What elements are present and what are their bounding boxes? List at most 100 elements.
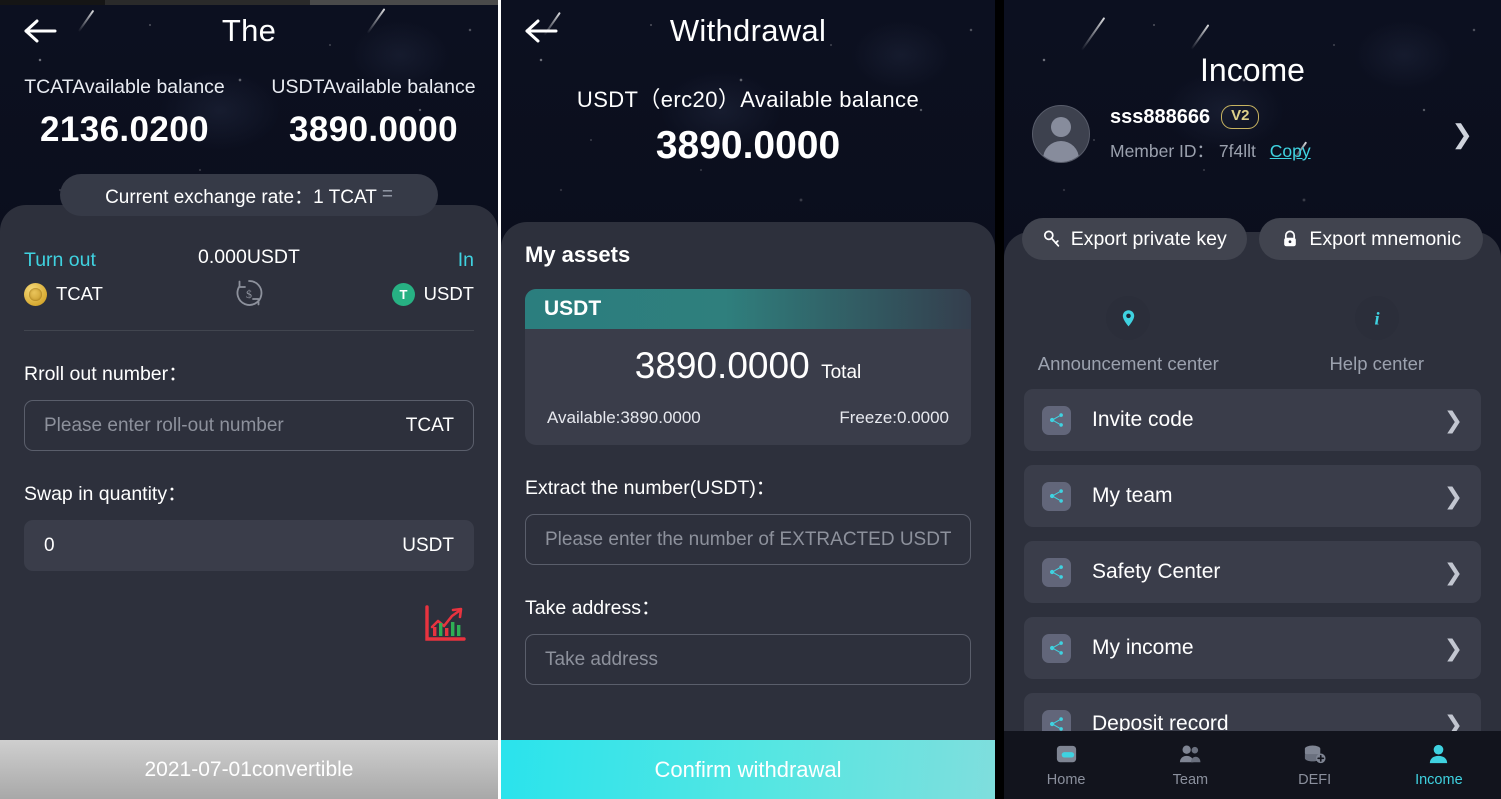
chevron-right-icon: ❯ (1443, 558, 1463, 585)
roll-out-input[interactable] (44, 414, 396, 437)
take-address-field[interactable] (525, 634, 971, 685)
tab-label: DEFI (1298, 772, 1332, 788)
balance-label: TCATAvailable balance (24, 76, 225, 98)
menu-item-safety-center[interactable]: Safety Center ❯ (1024, 541, 1481, 603)
member-id-row: Member ID： 7f4llt Copy (1110, 138, 1451, 163)
tab-label: Home (1046, 772, 1086, 788)
asset-total-value: 3890.0000 (634, 345, 810, 386)
lock-icon (1284, 230, 1297, 247)
asset-breakdown: Available:3890.0000 Freeze:0.0000 (525, 387, 971, 445)
member-id-label: Member ID： (1110, 140, 1215, 161)
menu-label: Safety Center (1092, 560, 1221, 583)
market-chart-icon[interactable] (424, 605, 466, 643)
my-assets-title: My assets (525, 242, 631, 267)
income-menu-card: Announcement center i Help center Invite… (1004, 232, 1501, 799)
convertible-banner[interactable]: 2021-07-01convertible (0, 740, 498, 799)
swap-to[interactable]: In T USDT (324, 249, 474, 306)
page-title: Withdrawal (669, 13, 827, 48)
swap-middle: 0.000USDT $ (174, 246, 324, 308)
extract-number-field[interactable] (525, 514, 971, 565)
swap-direction-row: Turn out TCAT 0.000USDT $ In T USDT (24, 246, 474, 308)
divider (24, 330, 474, 331)
confirm-withdrawal-button[interactable]: Confirm withdrawal (501, 740, 995, 799)
asset-total-label: Total (821, 362, 862, 383)
swap-from-coin[interactable]: TCAT (24, 282, 174, 306)
tab-home[interactable]: Home (1004, 731, 1128, 799)
share-network-icon (1042, 481, 1071, 511)
location-pin-icon (1106, 296, 1151, 340)
swap-in-field[interactable]: USDT (24, 520, 474, 571)
three-panel-screenshot: The TCATAvailable balance 2136.0200 USDT… (0, 0, 1501, 799)
back-arrow-icon[interactable] (525, 18, 559, 44)
menu-item-invite-code[interactable]: Invite code ❯ (1024, 389, 1481, 451)
take-address-input[interactable] (545, 648, 951, 671)
menu-item-my-team[interactable]: My team ❯ (1024, 465, 1481, 527)
page-title: Income (1200, 52, 1305, 88)
profile-info: sss888666 V2 Member ID： 7f4llt Copy (1110, 105, 1451, 163)
balance-summary: TCATAvailable balance 2136.0200 USDTAvai… (0, 62, 498, 150)
menu-label: Invite code (1092, 408, 1194, 431)
withdrawal-balance-value: 3890.0000 (655, 124, 841, 167)
center-label: Help center (1329, 353, 1425, 374)
roll-out-unit: TCAT (405, 414, 454, 436)
asset-card-usdt[interactable]: USDT 3890.0000 Total Available:3890.0000… (525, 289, 971, 445)
level-badge: V2 (1221, 105, 1260, 129)
panel-income: Income sss888666 V2 Member ID： 7f4llt Co… (1004, 0, 1501, 799)
export-mnemonic-button[interactable]: Export mnemonic (1258, 218, 1483, 260)
top-progress-fill (0, 0, 105, 5)
export-private-key-label: Export private key (1070, 227, 1227, 250)
menu-label: My income (1092, 636, 1194, 659)
balance-label: USDTAvailable balance (271, 76, 476, 98)
export-buttons-row: Export private key Export mnemonic (1004, 218, 1501, 260)
withdrawal-balance-label: USDT（erc20）Available balance (576, 87, 920, 112)
copy-button[interactable]: Copy (1270, 141, 1311, 161)
swap-to-label: In (457, 248, 474, 271)
usdt-coin-icon: T (391, 282, 415, 306)
top-progress-secondary (310, 0, 498, 5)
asset-available: Available:3890.0000 (547, 408, 701, 427)
back-arrow-icon[interactable] (24, 18, 58, 44)
svg-text:T: T (399, 287, 407, 302)
person-icon (1430, 744, 1448, 764)
tab-label: Income (1415, 772, 1463, 788)
chevron-right-icon[interactable]: ❯ (1451, 119, 1477, 150)
center-shortcuts: Announcement center i Help center (1004, 286, 1501, 375)
svg-text:$: $ (246, 287, 252, 301)
tab-defi[interactable]: DEFI (1253, 731, 1377, 799)
balance-value: 3890.0000 (288, 110, 459, 149)
svg-text:i: i (1374, 308, 1380, 328)
swap-in-unit: USDT (402, 534, 454, 556)
help-center-item[interactable]: i Help center (1253, 296, 1501, 375)
member-id-value: 7f4llt (1218, 140, 1256, 161)
swap-arrows-icon[interactable]: $ (234, 278, 264, 308)
page-title: The (221, 13, 277, 48)
announcement-center-item[interactable]: Announcement center (1004, 296, 1253, 375)
tcat-coin-icon (24, 282, 47, 306)
swap-to-coin[interactable]: T USDT (324, 282, 474, 306)
home-icon (1056, 745, 1076, 763)
swap-from[interactable]: Turn out TCAT (24, 249, 174, 306)
exchange-rate-equals: = (381, 184, 393, 205)
avatar-icon (1032, 105, 1090, 163)
chevron-right-icon: ❯ (1443, 406, 1463, 433)
profile-row[interactable]: sss888666 V2 Member ID： 7f4llt Copy ❯ (1004, 89, 1501, 163)
key-icon (1043, 230, 1059, 247)
star-streak (1080, 17, 1106, 51)
roll-out-field[interactable]: TCAT (24, 400, 474, 451)
export-private-key-button[interactable]: Export private key (1022, 218, 1247, 260)
chevron-right-icon: ❯ (1443, 634, 1463, 661)
share-network-icon (1042, 557, 1071, 587)
export-mnemonic-label: Export mnemonic (1309, 227, 1462, 250)
bottom-tabbar: Home Team DEFI Income (1004, 731, 1501, 799)
menu-label: My team (1092, 484, 1173, 507)
withdrawal-form-card: My assets USDT 3890.0000 Total Available… (501, 222, 995, 799)
tab-income[interactable]: Income (1377, 731, 1501, 799)
tab-team[interactable]: Team (1128, 731, 1252, 799)
menu-item-my-income[interactable]: My income ❯ (1024, 617, 1481, 679)
extract-number-input[interactable] (545, 528, 951, 551)
take-address-label: Take address： (525, 597, 661, 619)
info-icon: i (1354, 296, 1399, 340)
profile-name: sss888666 (1110, 105, 1211, 128)
asset-freeze: Freeze:0.0000 (839, 408, 949, 427)
swap-in-input[interactable] (44, 534, 393, 557)
